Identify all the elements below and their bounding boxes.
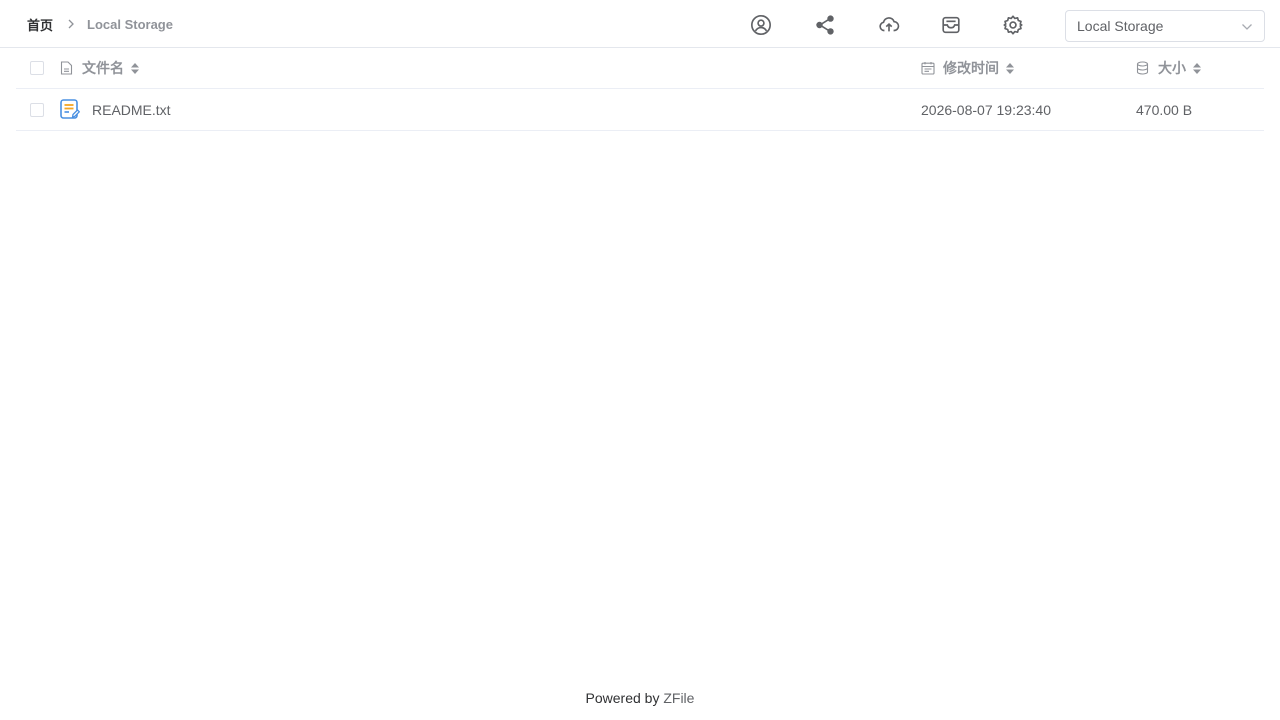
chevron-right-icon [67,19,75,29]
share-icon[interactable] [813,13,837,37]
breadcrumb-home[interactable]: 首页 [27,15,53,34]
footer: Powered by ZFile [0,690,1280,706]
header-size-label: 大小 [1158,60,1186,76]
header-time: 修改时间 [921,48,1015,88]
breadcrumb-current: Local Storage [87,16,173,32]
header-size: 大小 [1136,48,1202,88]
cloud-upload-icon[interactable] [877,13,901,37]
chevron-down-icon [1241,18,1253,34]
storage-select[interactable]: Local Storage [1065,10,1265,42]
footer-prefix: Powered by [585,690,664,706]
row-time-cell: 2026-08-07 19:23:40 [921,89,1051,130]
header-name: 文件名 [60,48,140,88]
row-size-cell: 470.00 B [1136,89,1192,130]
header-time-label: 修改时间 [943,60,999,76]
text-file-icon [60,99,80,120]
calendar-icon [921,61,935,75]
footer-zfile-link[interactable]: ZFile [663,690,694,706]
file-name[interactable]: README.txt [92,102,171,118]
database-icon [1136,61,1150,75]
file-size: 470.00 B [1136,101,1193,118]
header-bar: 首页 Local Storage Local Storage [0,0,1280,48]
row-checkbox[interactable] [30,103,44,117]
inbox-icon[interactable] [939,13,963,37]
file-manager-app: 首页 Local Storage Local Storage 文件名 修改时间 … [0,0,1280,720]
user-circle-icon[interactable] [749,13,773,37]
file-icon [60,61,74,75]
breadcrumb: 首页 Local Storage [27,0,173,48]
sort-caret-icon[interactable] [1005,62,1015,75]
sort-caret-icon[interactable] [1192,62,1202,75]
file-modified-time: 2026-08-07 19:23:40 [921,101,1051,118]
gear-icon[interactable] [1001,13,1025,37]
sort-caret-icon[interactable] [130,62,140,75]
row-name-cell: README.txt [60,89,171,130]
header-name-label: 文件名 [82,60,124,76]
select-all-checkbox[interactable] [30,61,44,75]
table-header-row: 文件名 修改时间 大小 [16,48,1264,89]
table-row[interactable]: README.txt 2026-08-07 19:23:40 470.00 B [16,89,1264,131]
storage-select-value: Local Storage [1077,18,1164,34]
file-table: 文件名 修改时间 大小 README.txt 2026-08-07 19:23:… [16,48,1264,131]
